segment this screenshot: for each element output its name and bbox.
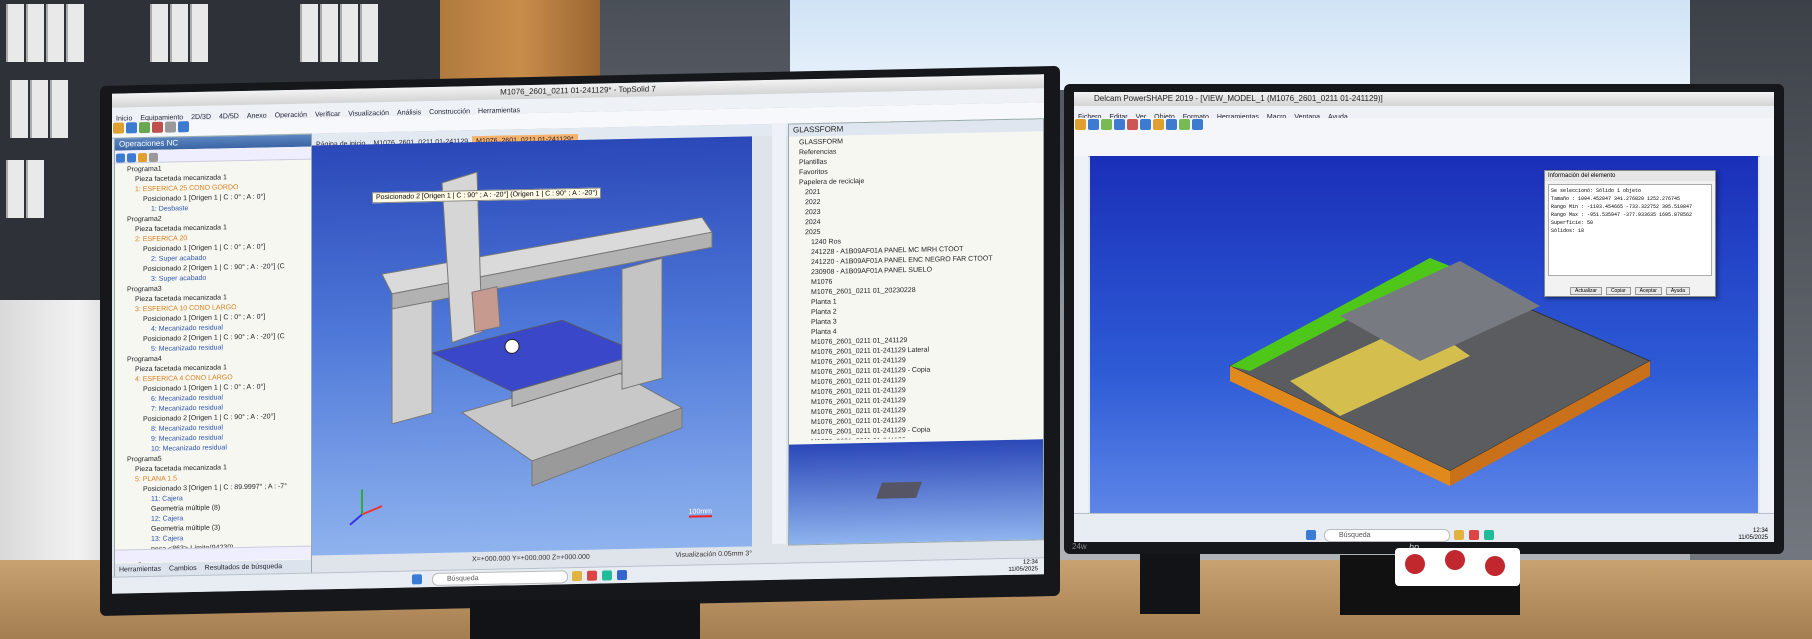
start-icon[interactable] bbox=[412, 574, 422, 585]
app-icon[interactable] bbox=[1484, 530, 1494, 540]
nc-tree: Programa1 Pieza facetada mecanizada 1 1: E… bbox=[115, 160, 311, 568]
app-icon[interactable] bbox=[617, 569, 627, 581]
window-title: Delcam PowerSHAPE 2019 - [VIEW_MODEL_1 (… bbox=[1074, 92, 1774, 106]
dialog-line: Se seleccionó: Sólido 1 objeto bbox=[1551, 188, 1642, 194]
nc-operations-panel: Operaciones NC Programa1 Pieza facetada m… bbox=[114, 133, 312, 578]
app-icon[interactable] bbox=[1469, 530, 1479, 540]
view-info: Visualización 0.05mm 3° bbox=[675, 550, 752, 559]
toolbar bbox=[1074, 118, 1774, 157]
scale-label: 100mm bbox=[688, 508, 712, 518]
left-monitor: M1076_2601_0211 01-241129* - TopSolid 7 … bbox=[100, 65, 1060, 616]
dialog-button[interactable]: Ayuda bbox=[1665, 287, 1690, 295]
dialog-button[interactable]: Actualizar bbox=[1569, 287, 1602, 295]
status-coords: X=+000.000 Y=+000.000 Z=+000.000 bbox=[472, 553, 590, 564]
folder-icon[interactable] bbox=[572, 570, 582, 582]
taskbar: Búsqueda 12:34 11/05/2025 bbox=[1074, 513, 1774, 542]
start-icon[interactable] bbox=[1306, 530, 1316, 540]
dialog-button[interactable]: Copiar bbox=[1605, 287, 1631, 295]
taskbar-search[interactable]: Búsqueda bbox=[432, 570, 568, 587]
dialog-line: Superficie: 50 bbox=[1551, 220, 1594, 226]
left-screen: M1076_2601_0211 01-241129* - TopSolid 7 … bbox=[112, 74, 1044, 594]
dialog-line: Sólidos: 18 bbox=[1551, 228, 1585, 234]
preview-pane bbox=[789, 439, 1043, 545]
bottom-tab[interactable]: Cambios bbox=[165, 563, 201, 576]
clock: 12:34 11/05/2025 bbox=[1738, 528, 1768, 541]
dialog-line: Tamaño : 1094.452847 341.276820 1252.276… bbox=[1551, 196, 1681, 202]
taskbar-search[interactable]: Búsqueda bbox=[1324, 529, 1450, 542]
dialog-content: Se seleccionó: Sólido 1 objeto Tamaño : 1… bbox=[1548, 184, 1712, 276]
dialog-line: Rango Min : -1103.454665 -733.322752 395… bbox=[1551, 204, 1693, 210]
folder-tree: GLASSFORM Referencias Plantillas Favoritos P… bbox=[789, 131, 1043, 440]
view-toolbar bbox=[772, 123, 786, 544]
right-toolbar bbox=[1760, 156, 1774, 516]
app-icon[interactable] bbox=[587, 570, 597, 581]
right-monitor: Delcam PowerSHAPE 2019 - [VIEW_MODEL_1 (… bbox=[1064, 84, 1784, 554]
right-screen: Delcam PowerSHAPE 2019 - [VIEW_MODEL_1 (… bbox=[1074, 92, 1774, 542]
dialog-button[interactable]: Aceptar bbox=[1634, 287, 1662, 295]
left-toolbar bbox=[1074, 156, 1088, 516]
glassform-panel: GLASSFORM GLASSFORM Referencias Plantillas… bbox=[788, 118, 1044, 546]
dialog-line: Rango Max : -951.535947 -377.933635 1695… bbox=[1551, 212, 1693, 218]
red-dot-box bbox=[1395, 548, 1520, 586]
folder-icon[interactable] bbox=[1454, 530, 1464, 540]
dialog-title: Información del elemento bbox=[1545, 171, 1715, 181]
app-icon[interactable] bbox=[602, 570, 612, 581]
monitor-stand bbox=[1140, 554, 1200, 614]
clock: 12:34 11/05/2025 bbox=[1008, 559, 1038, 573]
info-dialog: Información del elemento Se seleccionó: … bbox=[1544, 170, 1716, 297]
dialog-buttons: Actualizar Copiar Aceptar Ayuda bbox=[1545, 279, 1715, 297]
monitor-stand bbox=[470, 600, 700, 639]
bottom-tab[interactable]: Herramientas bbox=[115, 564, 165, 577]
model-label: 24w bbox=[1072, 542, 1087, 551]
3d-viewport[interactable]: Posicionado 2 [Origen 1 | C : 90° ; A : … bbox=[312, 136, 752, 556]
